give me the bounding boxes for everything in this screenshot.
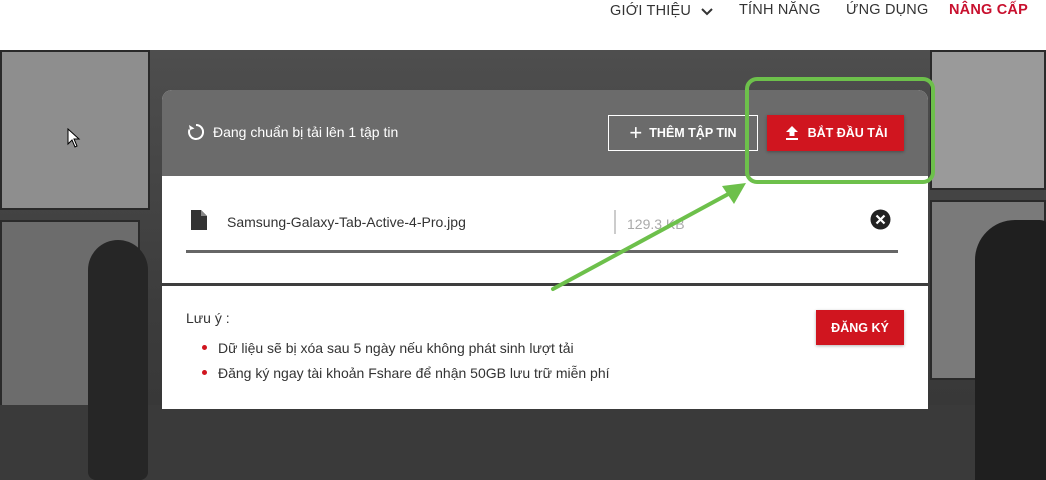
- nav-ung-dung[interactable]: ỨNG DỤNG: [846, 2, 928, 18]
- notes-section: Lưu ý : Dữ liệu sẽ bị xóa sau 5 ngày nếu…: [162, 286, 928, 409]
- chevron-down-icon: [701, 8, 713, 16]
- upload-panel-header: Đang chuẩn bị tải lên 1 tập tin + THÊM T…: [162, 90, 928, 176]
- nav-nang-cap[interactable]: NÂNG CẤP: [949, 2, 1028, 18]
- upload-status-text: Đang chuẩn bị tải lên 1 tập tin: [213, 124, 399, 140]
- nav-gioi-thieu-label: GIỚI THIỆU: [610, 3, 692, 19]
- upload-icon: [785, 126, 798, 140]
- close-icon[interactable]: [870, 209, 891, 230]
- notes-title: Lưu ý :: [186, 310, 230, 326]
- background-person: [975, 220, 1046, 480]
- add-file-button[interactable]: + THÊM TẬP TIN: [608, 115, 758, 151]
- refresh-icon: [188, 123, 205, 140]
- background-floor: [0, 405, 1046, 480]
- file-name: Samsung-Galaxy-Tab-Active-4-Pro.jpg: [227, 214, 466, 230]
- list-item: Đăng ký ngay tài khoản Fshare để nhận 50…: [202, 365, 610, 381]
- background-person: [88, 240, 148, 480]
- divider: [614, 210, 616, 234]
- notes-list: Dữ liệu sẽ bị xóa sau 5 ngày nếu không p…: [202, 340, 610, 390]
- start-upload-label: BẮT ĐẦU TẢI: [807, 126, 888, 140]
- upload-panel: Đang chuẩn bị tải lên 1 tập tin + THÊM T…: [162, 90, 928, 409]
- top-navigation: GIỚI THIỆU TÍNH NĂNG ỨNG DỤNG NÂNG CẤP: [0, 0, 1046, 50]
- register-button[interactable]: ĐĂNG KÝ: [816, 310, 904, 345]
- mouse-cursor-icon: [67, 128, 81, 148]
- start-upload-button[interactable]: BẮT ĐẦU TẢI: [767, 115, 904, 151]
- nav-gioi-thieu[interactable]: GIỚI THIỆU: [610, 2, 715, 20]
- file-list-item: Samsung-Galaxy-Tab-Active-4-Pro.jpg 129.…: [162, 176, 928, 286]
- background-window: [930, 50, 1046, 190]
- add-file-label: THÊM TẬP TIN: [649, 126, 737, 140]
- file-progress-bar: [186, 250, 898, 253]
- plus-icon: +: [629, 120, 643, 145]
- nav-tinh-nang[interactable]: TÍNH NĂNG: [739, 2, 821, 18]
- list-item: Dữ liệu sẽ bị xóa sau 5 ngày nếu không p…: [202, 340, 610, 356]
- upload-status: Đang chuẩn bị tải lên 1 tập tin: [187, 123, 398, 141]
- file-icon: [191, 210, 207, 230]
- file-size: 129.3 KB: [627, 216, 685, 232]
